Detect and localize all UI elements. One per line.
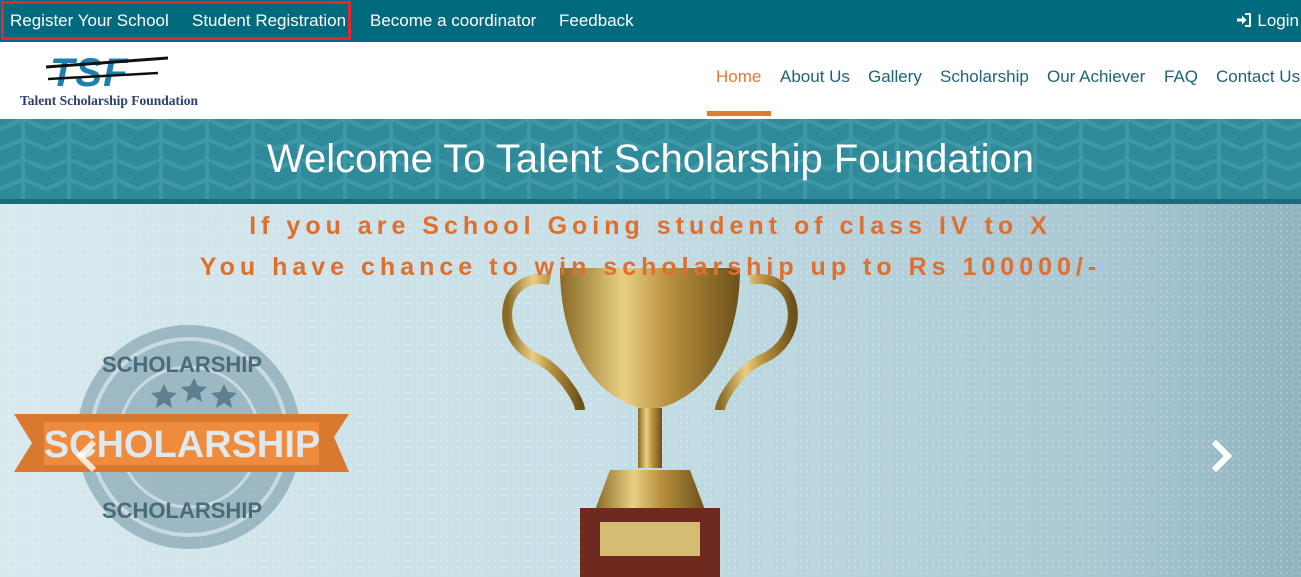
top-bar: Register Your School Student Registratio… <box>0 0 1301 42</box>
site-header: TSF Talent Scholarship Foundation Home A… <box>0 42 1301 119</box>
stamp-bottom-word: SCHOLARSHIP <box>102 498 262 523</box>
nav-our-achiever[interactable]: Our Achiever <box>1047 67 1145 87</box>
chevron-right-icon[interactable] <box>1206 436 1236 476</box>
feedback-link[interactable]: Feedback <box>559 11 634 31</box>
hero-carousel: SCHOLARSHIP SCHOLARSHIP SCHOLARSHIP If y… <box>0 204 1301 577</box>
nav-scholarship[interactable]: Scholarship <box>940 67 1029 87</box>
nav-home[interactable]: Home <box>716 67 761 87</box>
nav-about-us[interactable]: About Us <box>780 67 850 87</box>
welcome-banner: Welcome To Talent Scholarship Foundation <box>0 119 1301 204</box>
nav-faq[interactable]: FAQ <box>1164 67 1198 87</box>
tsf-logo[interactable]: TSF Talent Scholarship Foundation <box>18 51 238 112</box>
hero-headline-1: If you are School Going student of class… <box>249 212 1052 240</box>
logo-subtitle: Talent Scholarship Foundation <box>20 93 199 108</box>
tsf-logo-mark: TSF <box>45 51 169 95</box>
login-label: Login <box>1257 11 1299 30</box>
active-nav-indicator <box>707 111 771 116</box>
student-registration-link[interactable]: Student Registration <box>192 11 346 31</box>
hero-headline-2: You have chance to win scholarship up to… <box>199 253 1102 281</box>
nav-contact-us[interactable]: Contact Us <box>1216 67 1300 87</box>
login-link[interactable]: Login <box>1236 11 1299 31</box>
register-school-link[interactable]: Register Your School <box>10 11 169 31</box>
sign-in-icon <box>1237 13 1252 27</box>
stamp-top-word: SCHOLARSHIP <box>102 352 262 377</box>
become-coordinator-link[interactable]: Become a coordinator <box>370 11 536 31</box>
svg-text:TSF: TSF <box>50 52 129 94</box>
trophy-image <box>502 268 798 577</box>
nav-gallery[interactable]: Gallery <box>868 67 922 87</box>
chevron-left-icon[interactable] <box>72 436 102 476</box>
scholarship-stamp-image: SCHOLARSHIP SCHOLARSHIP SCHOLARSHIP <box>14 325 349 549</box>
welcome-title: Welcome To Talent Scholarship Foundation <box>266 137 1035 181</box>
